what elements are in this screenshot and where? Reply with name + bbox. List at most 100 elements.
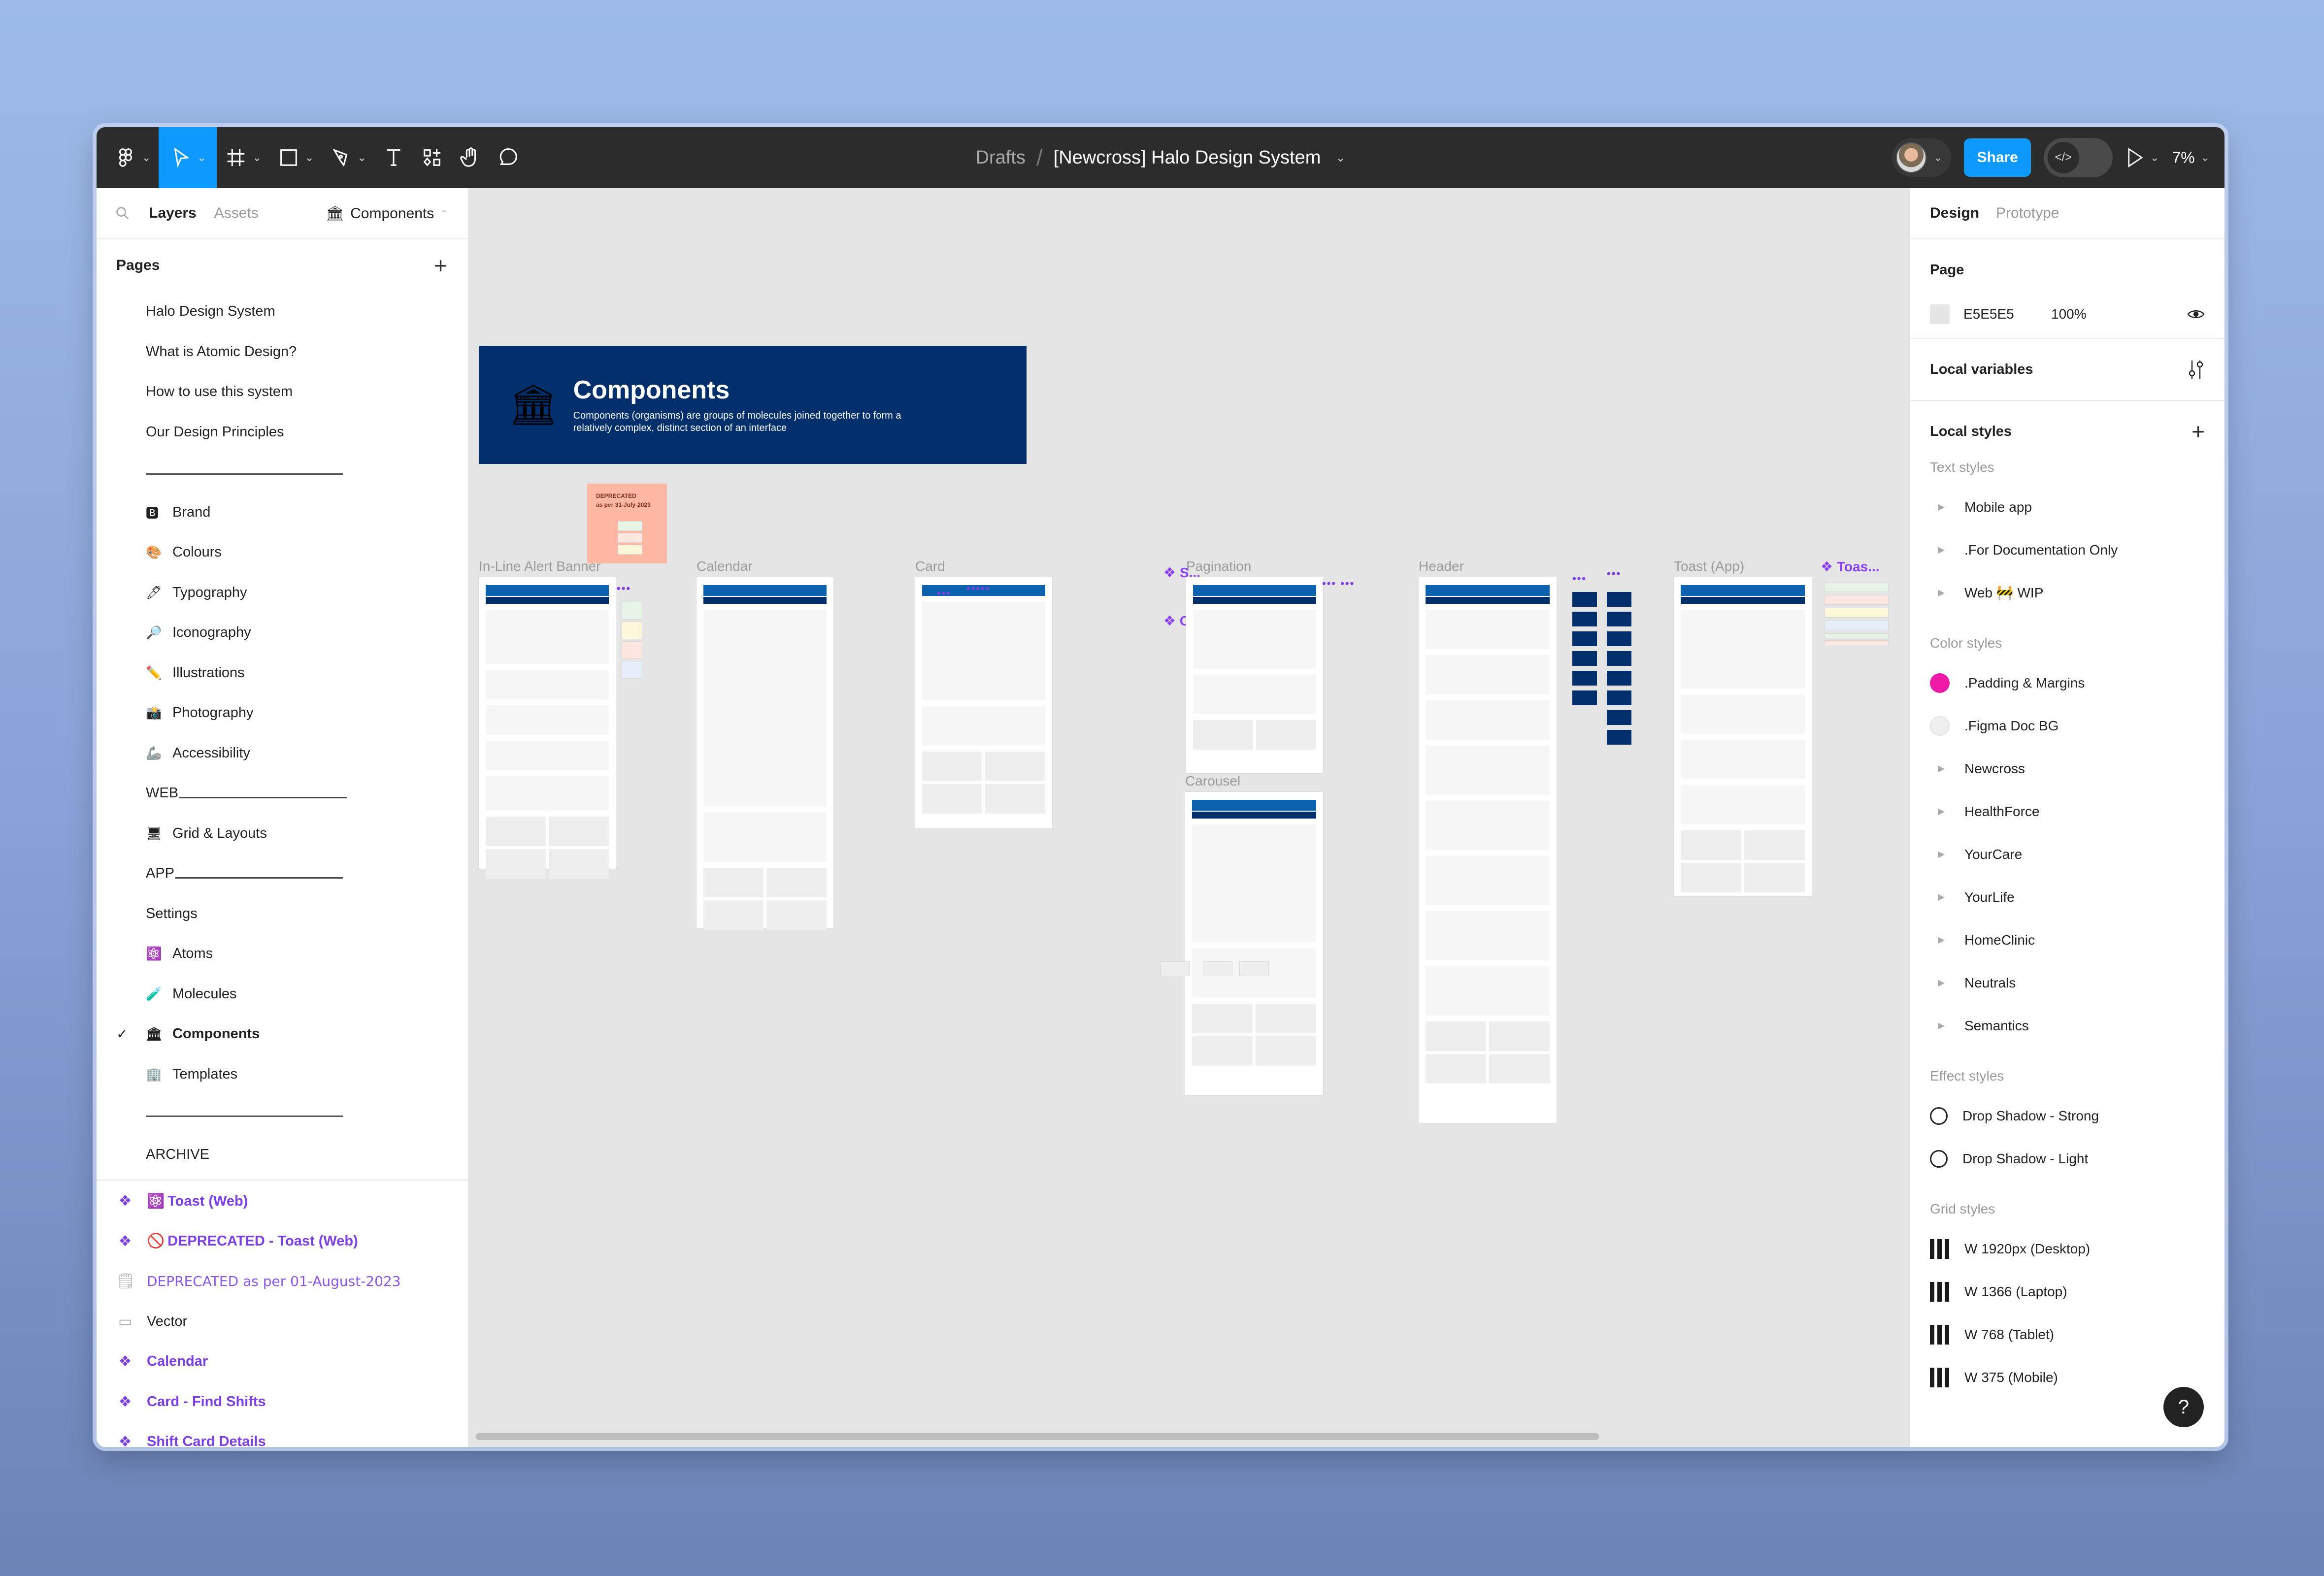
effect-style-item[interactable]: Drop Shadow - Light xyxy=(1930,1137,2205,1180)
dev-mode-toggle[interactable]: </> xyxy=(2043,138,2113,177)
page-divider[interactable] xyxy=(97,452,468,492)
variables-sliders-icon[interactable] xyxy=(2187,360,2205,379)
layer-row[interactable]: ❖ Calendar xyxy=(97,1342,468,1382)
text-tool[interactable] xyxy=(374,127,413,188)
tab-design[interactable]: Design xyxy=(1930,205,1979,222)
grid-style-item[interactable]: W 1920px (Desktop) xyxy=(1930,1227,2205,1270)
frame-label-card[interactable]: Card xyxy=(915,558,945,574)
page-item[interactable]: Our Design Principles xyxy=(97,412,468,453)
grid-style-item[interactable]: W 375 (Mobile) xyxy=(1930,1356,2205,1399)
comment-tool[interactable] xyxy=(490,127,528,188)
effect-style-item[interactable]: Drop Shadow - Strong xyxy=(1930,1094,2205,1137)
frame-header[interactable] xyxy=(1419,577,1557,1123)
page-item[interactable]: How to use this system xyxy=(97,372,468,412)
page-item[interactable]: Settings xyxy=(97,894,468,934)
color-style-item[interactable]: ▶ HomeClinic xyxy=(1930,919,2205,961)
page-item[interactable]: ARCHIVE xyxy=(97,1135,468,1175)
layer-row[interactable]: ❖ Shift Card Details xyxy=(97,1422,468,1447)
deprecated-sticky-note[interactable]: DEPRECATED as per 31-July-2023 xyxy=(587,484,667,563)
page-item[interactable]: 🧪 Molecules xyxy=(97,974,468,1015)
page-item[interactable]: WEB xyxy=(97,773,468,814)
grid-style-item[interactable]: W 1366 (Laptop) xyxy=(1930,1270,2205,1313)
frame-label-header[interactable]: Header xyxy=(1419,558,1464,574)
page-item[interactable]: ✏️ Illustrations xyxy=(97,653,468,693)
page-item[interactable]: ✓ 🏛 Components xyxy=(97,1014,468,1054)
share-button[interactable]: Share xyxy=(1964,138,2031,177)
tab-layers[interactable]: Layers xyxy=(149,205,197,222)
frame-card[interactable] xyxy=(915,577,1052,828)
color-style-item[interactable]: ▶ YourCare xyxy=(1930,833,2205,876)
frame-toast-app[interactable] xyxy=(1674,577,1812,896)
figma-window: ⌄ ⌄ ⌄ ⌄ ⌄ Drafts / [Newcross] Halo Desig… xyxy=(97,127,2224,1447)
color-style-item[interactable]: .Figma Doc BG xyxy=(1930,704,2205,747)
frame-label-carousel[interactable]: Carousel xyxy=(1185,773,1240,789)
add-page-button[interactable]: + xyxy=(434,254,447,277)
page-label: Halo Design System xyxy=(146,303,275,320)
layer-row[interactable]: ❖ Card - Find Shifts xyxy=(97,1382,468,1422)
layer-row[interactable]: ❖ 🚫 DEPRECATED - Toast (Web) xyxy=(97,1221,468,1262)
text-style-item[interactable]: ▶ Mobile app xyxy=(1930,486,2205,528)
chevron-down-icon[interactable]: ⌄ xyxy=(1335,151,1345,165)
page-item[interactable]: Halo Design System xyxy=(97,292,468,332)
multiplayer-avatar-button[interactable]: ⌄ xyxy=(1892,138,1952,177)
tab-assets[interactable]: Assets xyxy=(214,205,259,222)
file-name[interactable]: [Newcross] Halo Design System xyxy=(1054,147,1321,168)
page-divider[interactable] xyxy=(97,1094,468,1135)
page-item[interactable]: 🦾 Accessibility xyxy=(97,733,468,774)
page-color-hex[interactable]: E5E5E5 xyxy=(1963,306,2037,322)
page-opacity[interactable]: 100% xyxy=(2051,306,2087,322)
frame-label-toast-app[interactable]: Toast (App) xyxy=(1674,558,1744,574)
color-style-item[interactable]: ▶ HealthForce xyxy=(1930,790,2205,833)
resources-tool[interactable] xyxy=(413,127,451,188)
hand-tool[interactable] xyxy=(451,127,490,188)
search-icon[interactable] xyxy=(114,205,131,222)
zoom-dropdown[interactable]: 7% ⌄ xyxy=(2172,149,2210,167)
page-item[interactable]: What is Atomic Design? xyxy=(97,332,468,372)
frame-label-calendar[interactable]: Calendar xyxy=(697,558,753,574)
page-item[interactable]: APP xyxy=(97,854,468,894)
page-item[interactable]: ⚛️ Atoms xyxy=(97,934,468,974)
page-item[interactable]: 🎨 Colours xyxy=(97,532,468,573)
help-button[interactable]: ? xyxy=(2163,1387,2204,1427)
text-style-item[interactable]: ▶ Web 🚧 WIP xyxy=(1930,571,2205,614)
add-style-button[interactable]: + xyxy=(2191,420,2205,443)
frame-tool[interactable]: ⌄ xyxy=(217,127,269,188)
move-tool[interactable]: ⌄ xyxy=(159,127,217,188)
color-style-item[interactable]: .Padding & Margins xyxy=(1930,661,2205,704)
color-style-item[interactable]: ▶ YourLife xyxy=(1930,876,2205,919)
layer-row[interactable]: ▭ Vector xyxy=(97,1302,468,1342)
text-style-item[interactable]: ▶ .For Documentation Only xyxy=(1930,528,2205,571)
frame-carousel[interactable] xyxy=(1185,792,1323,1095)
breadcrumb-drafts-link[interactable]: Drafts xyxy=(976,147,1026,168)
page-item[interactable]: 📸 Photography xyxy=(97,693,468,733)
color-style-item[interactable]: ▶ Neutrals xyxy=(1930,961,2205,1004)
component-label-toast[interactable]: ❖ Toas... xyxy=(1821,558,1880,575)
page-item[interactable]: 🖥 Grid & Layouts xyxy=(97,814,468,854)
page-emoji-icon: 🏢 xyxy=(146,1066,162,1082)
frame-label-inline-alert-banner[interactable]: In-Line Alert Banner xyxy=(479,558,601,574)
present-button[interactable]: ⌄ xyxy=(2125,147,2159,168)
page-dropdown[interactable]: 🏛 Components ⌃ xyxy=(326,188,448,239)
canvas[interactable]: 🏛 Components Components (organisms) are … xyxy=(469,188,1909,1447)
main-menu-button[interactable]: ⌄ xyxy=(106,127,159,188)
color-style-item[interactable]: ▶ Newcross xyxy=(1930,747,2205,790)
shape-tool[interactable]: ⌄ xyxy=(269,127,322,188)
page-item[interactable]: 🔎 Iconography xyxy=(97,613,468,653)
layer-row[interactable]: ❖ ⚛️ Toast (Web) xyxy=(97,1181,468,1221)
frame-pagination[interactable] xyxy=(1186,577,1323,773)
page-item[interactable]: 🏢 Templates xyxy=(97,1054,468,1095)
page-emoji-icon: ✏️ xyxy=(146,665,162,680)
horizontal-scrollbar[interactable] xyxy=(476,1433,1599,1440)
grid-style-item[interactable]: W 768 (Tablet) xyxy=(1930,1313,2205,1356)
frame-calendar[interactable] xyxy=(697,577,833,930)
layer-row[interactable]: 🗒 DEPRECATED as per 01-August-2023 xyxy=(97,1261,468,1302)
page-item[interactable]: 🅱 Brand xyxy=(97,492,468,533)
page-item[interactable]: 🖊 Typography xyxy=(97,573,468,613)
color-style-item[interactable]: ▶ Semantics xyxy=(1930,1004,2205,1047)
tab-prototype[interactable]: Prototype xyxy=(1996,205,2059,222)
eye-icon[interactable] xyxy=(2187,308,2205,320)
page-color-swatch[interactable] xyxy=(1930,304,1950,324)
frame-inline-alert-banner[interactable] xyxy=(479,577,616,879)
pen-tool[interactable]: ⌄ xyxy=(322,127,374,188)
components-hero-banner[interactable]: 🏛 Components Components (organisms) are … xyxy=(479,346,1027,464)
